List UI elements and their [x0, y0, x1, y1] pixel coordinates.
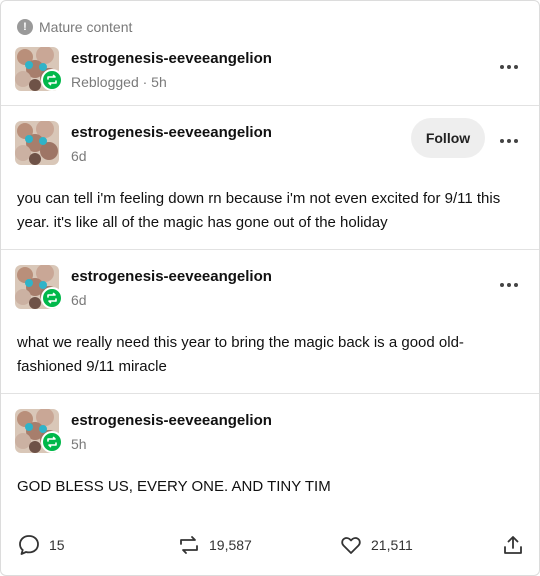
post-header: estrogenesis-eeveeangelion 6d	[1, 265, 539, 325]
reply-button[interactable]: 15	[17, 533, 65, 557]
mature-content-text: Mature content	[39, 19, 133, 35]
reblog-count-icon	[177, 533, 201, 557]
post-time: 6d	[71, 148, 87, 164]
reblog-header: estrogenesis-eeveeangelion Reblogged · 5…	[1, 47, 539, 107]
reblog-icon	[41, 287, 63, 309]
share-icon	[501, 533, 525, 557]
like-count: 21,511	[371, 537, 413, 553]
reblog-button[interactable]: 19,587	[177, 533, 252, 557]
follow-button[interactable]: Follow	[411, 118, 485, 158]
like-button[interactable]: 21,511	[339, 533, 413, 557]
heart-icon	[339, 533, 363, 557]
blog-name[interactable]: estrogenesis-eeveeangelion	[71, 124, 272, 141]
more-options-icon[interactable]	[497, 59, 521, 75]
avatar[interactable]	[15, 121, 59, 165]
post-header: estrogenesis-eeveeangelion 6d Follow	[1, 118, 539, 181]
reply-icon	[17, 533, 41, 557]
reblogged-time: Reblogged · 5h	[71, 74, 167, 90]
reblog-icon	[41, 431, 63, 453]
reblog-icon	[41, 69, 63, 91]
post-body: you can tell i'm feeling down rn because…	[17, 190, 501, 231]
reblog-count: 19,587	[209, 537, 252, 553]
more-options-icon[interactable]	[497, 133, 521, 149]
post-body: GOD BLESS US, EVERY ONE. AND TINY TIM	[17, 478, 331, 495]
more-options-icon[interactable]	[497, 277, 521, 293]
divider	[1, 105, 539, 106]
post-card: ! Mature content estrogenesis-eeveeangel…	[0, 0, 540, 576]
post-body: what we really need this year to bring t…	[17, 334, 464, 375]
mature-content-label: ! Mature content	[17, 17, 132, 37]
warning-icon: !	[17, 19, 33, 35]
divider	[1, 249, 539, 250]
post-time: 6d	[71, 292, 87, 308]
reply-count: 15	[49, 537, 65, 553]
share-button[interactable]	[501, 533, 525, 557]
blog-name[interactable]: estrogenesis-eeveeangelion	[71, 412, 272, 429]
post-header: estrogenesis-eeveeangelion 5h	[1, 409, 539, 469]
blog-name[interactable]: estrogenesis-eeveeangelion	[71, 268, 272, 285]
post-footer: 15 19,587 21,511	[1, 525, 539, 565]
divider	[1, 393, 539, 394]
post-time: 5h	[71, 436, 87, 452]
blog-name[interactable]: estrogenesis-eeveeangelion	[71, 50, 272, 67]
